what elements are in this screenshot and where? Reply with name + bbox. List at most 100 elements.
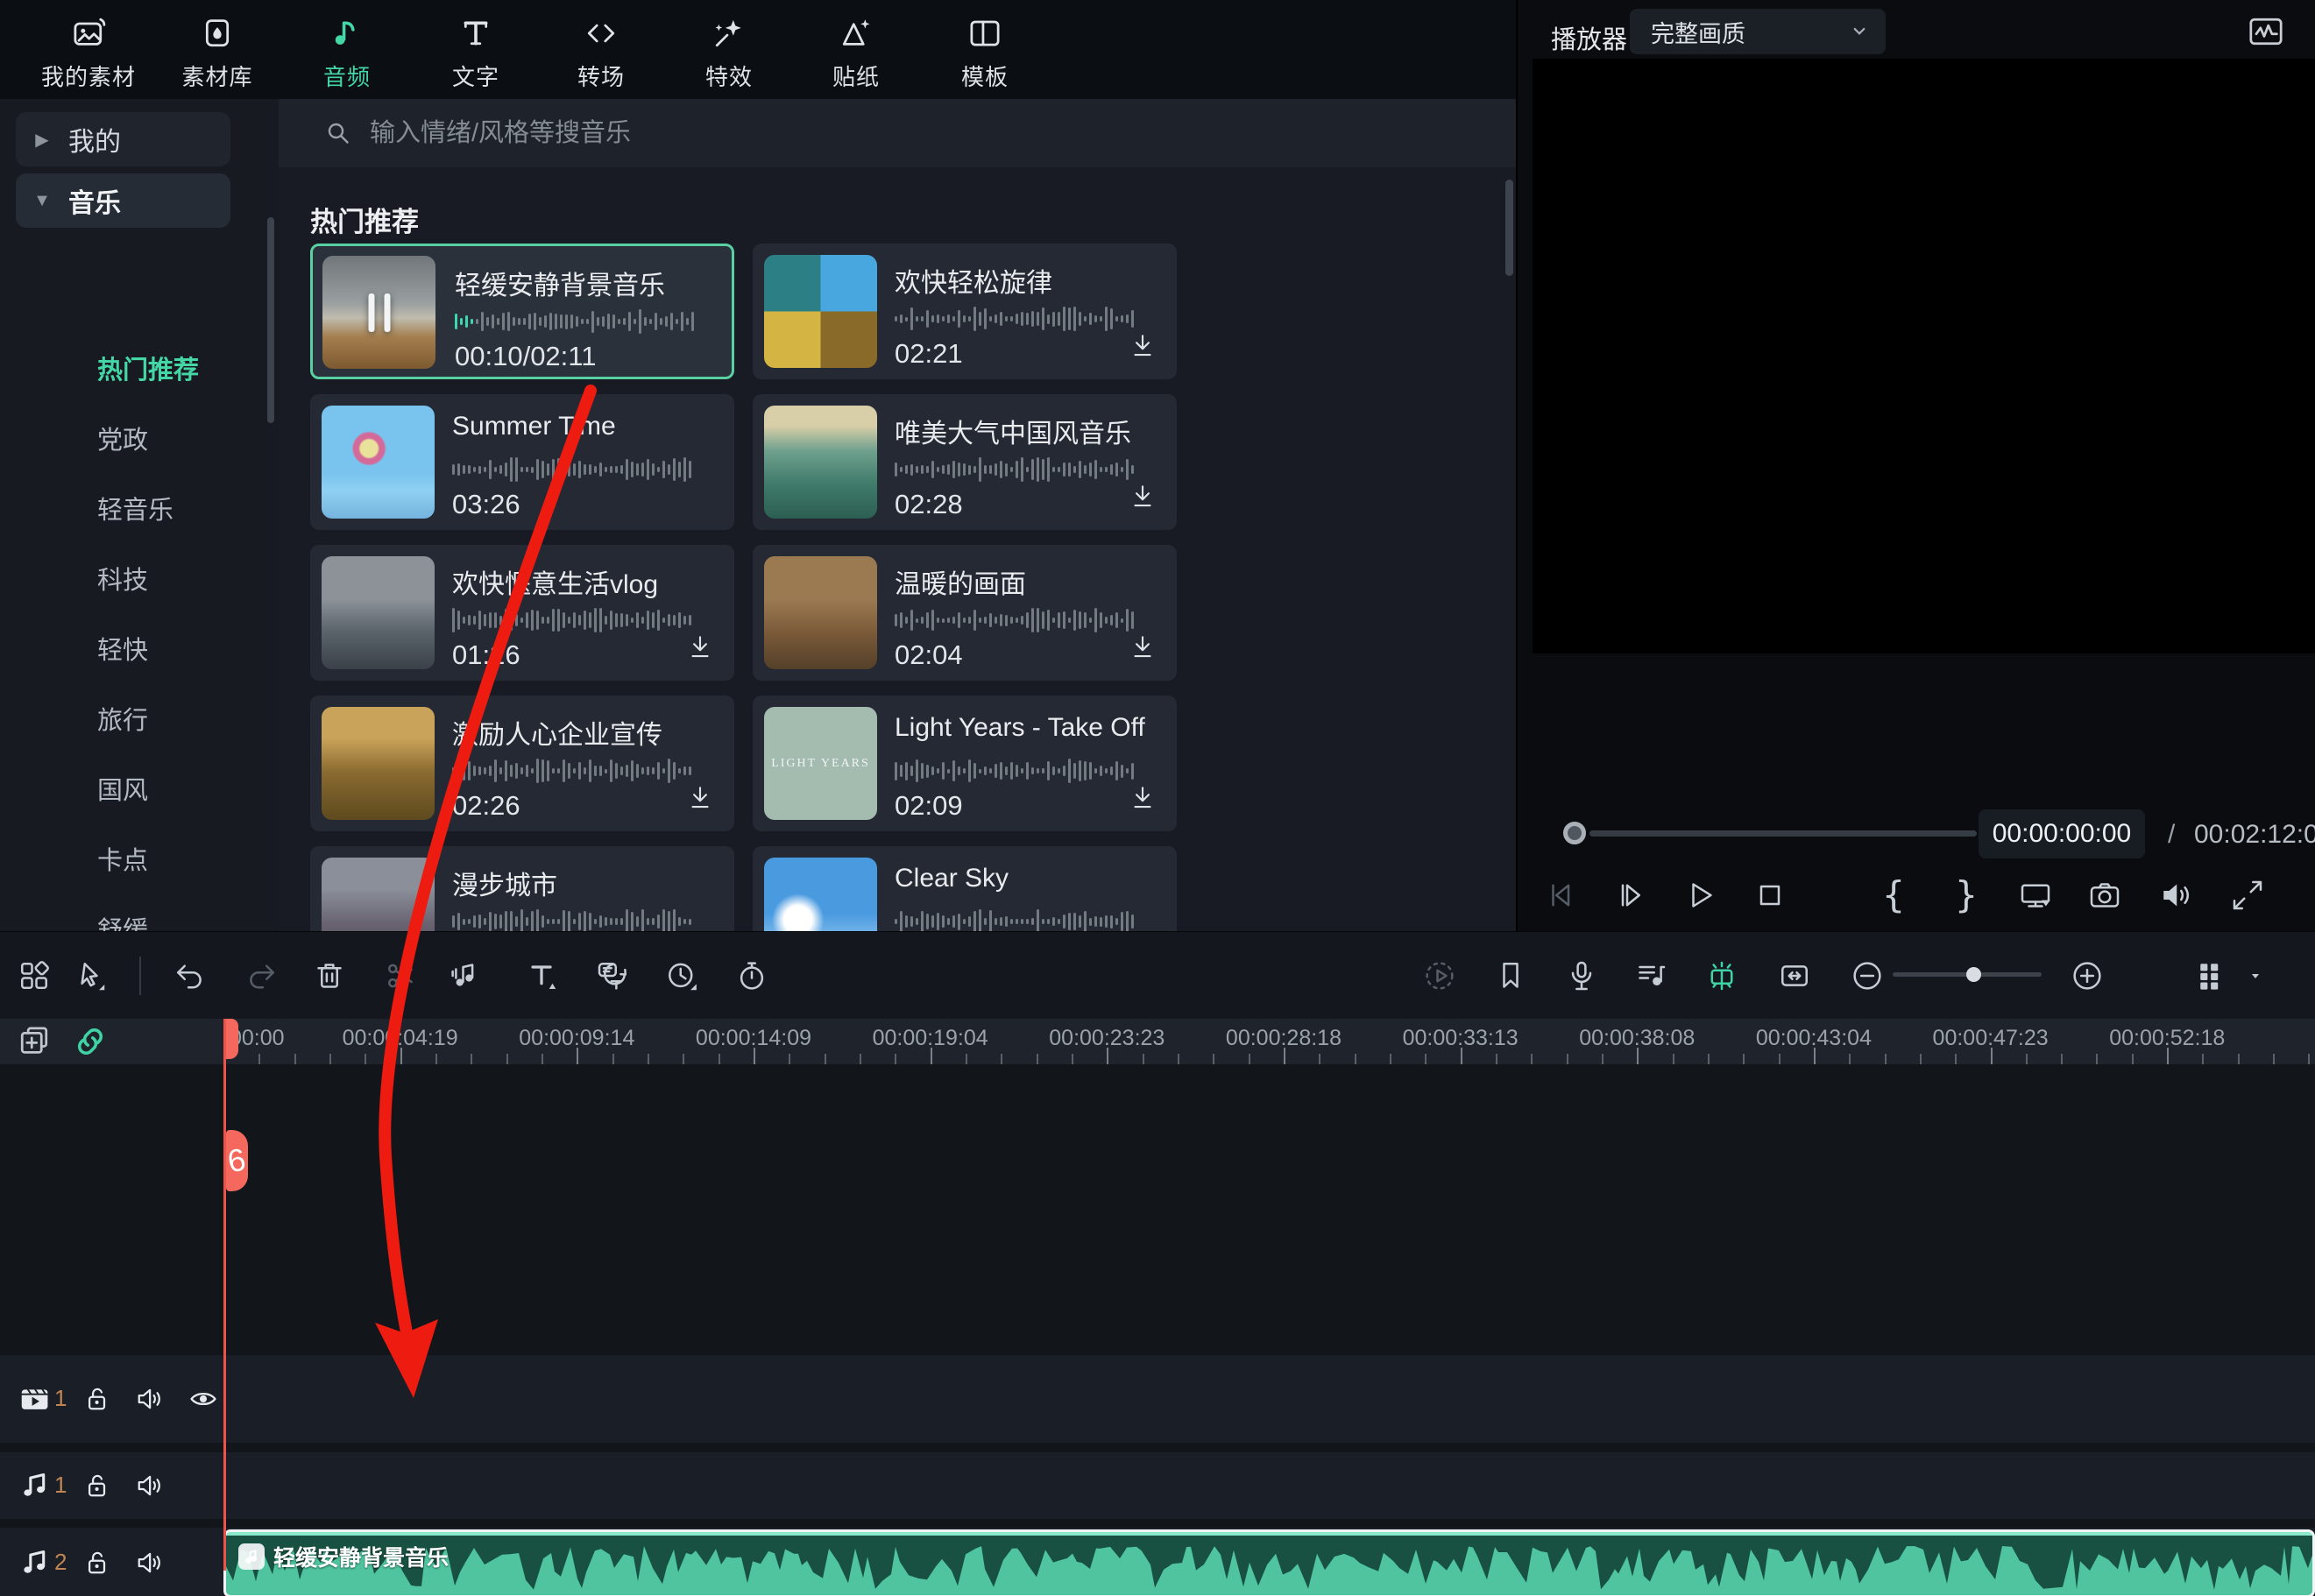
next-frame-button[interactable] [1611, 874, 1653, 916]
music-card[interactable]: 唯美大气中国风音乐 02:28 [753, 394, 1177, 530]
player-scrubber-handle[interactable] [1563, 822, 1586, 844]
nav-tab-text[interactable]: 文字 [414, 7, 537, 95]
smart-edit-icon[interactable] [1703, 957, 1741, 995]
audio-track-row[interactable]: 1 [0, 1452, 2315, 1519]
sidebar-item-cat-1[interactable]: 党政 [97, 406, 148, 476]
music-card[interactable]: 漫步城市 [310, 846, 734, 931]
nav-tab-transition[interactable]: 转场 [540, 7, 662, 95]
music-duration: 02:21 [895, 338, 963, 370]
track-manage-caret[interactable] [2236, 957, 2275, 995]
toolbar-divider [139, 957, 141, 995]
timer-icon[interactable] [733, 957, 771, 995]
lock-icon[interactable] [81, 1547, 112, 1578]
prev-frame-button[interactable] [1539, 874, 1581, 916]
library-scrollbar[interactable] [1505, 180, 1513, 276]
music-title: 漫步城市 [452, 864, 557, 902]
music-card[interactable]: 欢快轻松旋律 02:21 [753, 244, 1177, 379]
download-icon[interactable] [1128, 783, 1158, 813]
zoom-out-button[interactable] [1848, 957, 1887, 995]
sidebar-item-cat-5[interactable]: 旅行 [97, 686, 148, 756]
track-manage-icon[interactable] [2189, 957, 2227, 995]
sidebar-item-hot[interactable]: 热门推荐 [97, 335, 199, 406]
nav-tab-library[interactable]: 素材库 [156, 7, 279, 95]
auto-ripple-link-icon[interactable] [71, 1022, 110, 1061]
lock-icon[interactable] [81, 1470, 112, 1501]
music-card[interactable]: 温暖的画面 02:04 [753, 545, 1177, 681]
zoom-slider-handle[interactable] [1966, 967, 1981, 982]
volume-button[interactable] [2155, 874, 2197, 916]
snapshot-button[interactable] [2084, 874, 2126, 916]
download-icon[interactable] [1128, 331, 1158, 361]
sidebar-item-cat-4[interactable]: 轻快 [97, 616, 148, 686]
scopes-icon[interactable] [2247, 12, 2285, 51]
zoom-in-button[interactable] [2068, 957, 2106, 995]
fit-timeline-icon[interactable] [1775, 957, 1814, 995]
music-card[interactable]: Summer Time 03:26 [310, 394, 734, 530]
select-tool-icon[interactable] [71, 957, 110, 995]
mark-out-button[interactable]: } [1945, 874, 1987, 916]
music-title: 激励人心企业宣传 [452, 713, 662, 752]
lock-icon[interactable] [81, 1383, 112, 1415]
download-icon[interactable] [685, 783, 715, 813]
music-waveform [895, 907, 1158, 931]
mute-speaker-icon[interactable] [133, 1470, 165, 1501]
music-card[interactable]: Clear Sky [753, 846, 1177, 931]
sidebar-item-cat-3[interactable]: 科技 [97, 546, 148, 616]
mark-in-button[interactable]: { [1873, 874, 1915, 916]
sidebar-item-cat-7[interactable]: 卡点 [97, 826, 148, 896]
sidebar-scrollbar[interactable] [267, 217, 274, 423]
music-card[interactable]: 欢快惬意生活vlog 01:26 [310, 545, 734, 681]
pause-icon[interactable] [368, 293, 390, 332]
quality-dropdown[interactable]: 完整画质 [1630, 9, 1886, 54]
nav-tab-effects[interactable]: 特效 [668, 7, 790, 95]
sidebar-group-mine[interactable]: ▶ 我的 [16, 112, 230, 166]
undo-button[interactable] [171, 957, 209, 995]
playhead-top-marker[interactable] [225, 1019, 238, 1059]
timeline-zoom-slider[interactable] [1893, 972, 2042, 977]
nav-tab-templates[interactable]: 模板 [924, 7, 1046, 95]
display-mode-button[interactable] [2014, 874, 2057, 916]
sidebar-group-music[interactable]: ▼ 音乐 [16, 173, 230, 228]
music-thumbnail [322, 707, 435, 820]
text-tool-icon[interactable] [522, 957, 561, 995]
fullscreen-button[interactable] [2227, 874, 2269, 916]
eye-visibility-icon[interactable] [188, 1383, 219, 1415]
beat-detect-icon[interactable] [446, 957, 485, 995]
effects-icon [668, 7, 790, 53]
redo-button[interactable] [242, 957, 280, 995]
music-duration: 00:10/02:11 [455, 341, 596, 372]
audio-mixer-icon[interactable] [1632, 957, 1670, 995]
download-icon[interactable] [1128, 482, 1158, 512]
music-card[interactable]: 轻缓安静背景音乐 00:10/02:11 [310, 244, 734, 379]
music-card[interactable]: 激励人心企业宣传 02:26 [310, 696, 734, 831]
nav-tab-stickers[interactable]: 贴纸 [795, 7, 917, 95]
nav-tab-audio[interactable]: 音频 [286, 7, 408, 95]
delete-button[interactable] [310, 957, 349, 995]
split-button[interactable] [381, 957, 420, 995]
add-track-icon[interactable] [15, 1022, 53, 1061]
nav-tab-my-media[interactable]: 我的素材 [27, 7, 150, 95]
playhead-line[interactable] [223, 1019, 226, 1571]
search-input[interactable] [368, 118, 985, 149]
video-track-row[interactable]: 1 [0, 1355, 2315, 1443]
player-scrubber-track[interactable] [1589, 830, 1977, 837]
video-preview[interactable] [1533, 59, 2315, 653]
render-preview-icon[interactable] [1420, 957, 1459, 995]
speed-icon[interactable] [662, 957, 701, 995]
timeline-ruler[interactable]: 00:0000:00:04:1900:00:09:1400:00:14:0900… [0, 1019, 2315, 1064]
download-icon[interactable] [1128, 632, 1158, 662]
playhead-grip[interactable]: 6 [226, 1130, 248, 1191]
music-card[interactable]: LIGHT YEARSLight Years - Take Off 02:09 [753, 696, 1177, 831]
asset-panel-icon[interactable] [15, 957, 53, 995]
mute-speaker-icon[interactable] [133, 1383, 165, 1415]
speech-to-text-icon[interactable] [593, 957, 632, 995]
download-icon[interactable] [685, 632, 715, 662]
marker-icon[interactable] [1491, 957, 1530, 995]
sidebar-item-cat-6[interactable]: 国风 [97, 756, 148, 826]
mute-speaker-icon[interactable] [133, 1547, 165, 1578]
sidebar-item-cat-2[interactable]: 轻音乐 [97, 476, 173, 546]
voiceover-mic-icon[interactable] [1562, 957, 1601, 995]
stop-button[interactable] [1749, 874, 1791, 916]
play-button[interactable] [1679, 874, 1721, 916]
audio-clip[interactable]: 轻缓安静背景音乐 [223, 1529, 2315, 1596]
